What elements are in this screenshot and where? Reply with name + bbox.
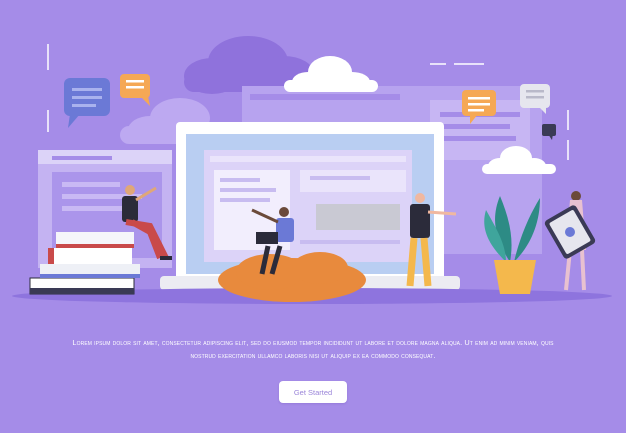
description-text: Lorem ipsum dolor sit amet, consectetur …	[72, 338, 554, 360]
tablet-icon	[544, 205, 596, 259]
landing-page: Lorem ipsum dolor sit amet, consectetur …	[0, 0, 626, 433]
hero-illustration	[12, 36, 612, 304]
chat-bubble-icon	[64, 78, 110, 128]
person-with-tablet	[544, 191, 596, 291]
get-started-button[interactable]: Get Started	[279, 381, 347, 403]
chat-bubble-icon	[120, 74, 150, 106]
chat-bubble-icon	[542, 124, 556, 140]
